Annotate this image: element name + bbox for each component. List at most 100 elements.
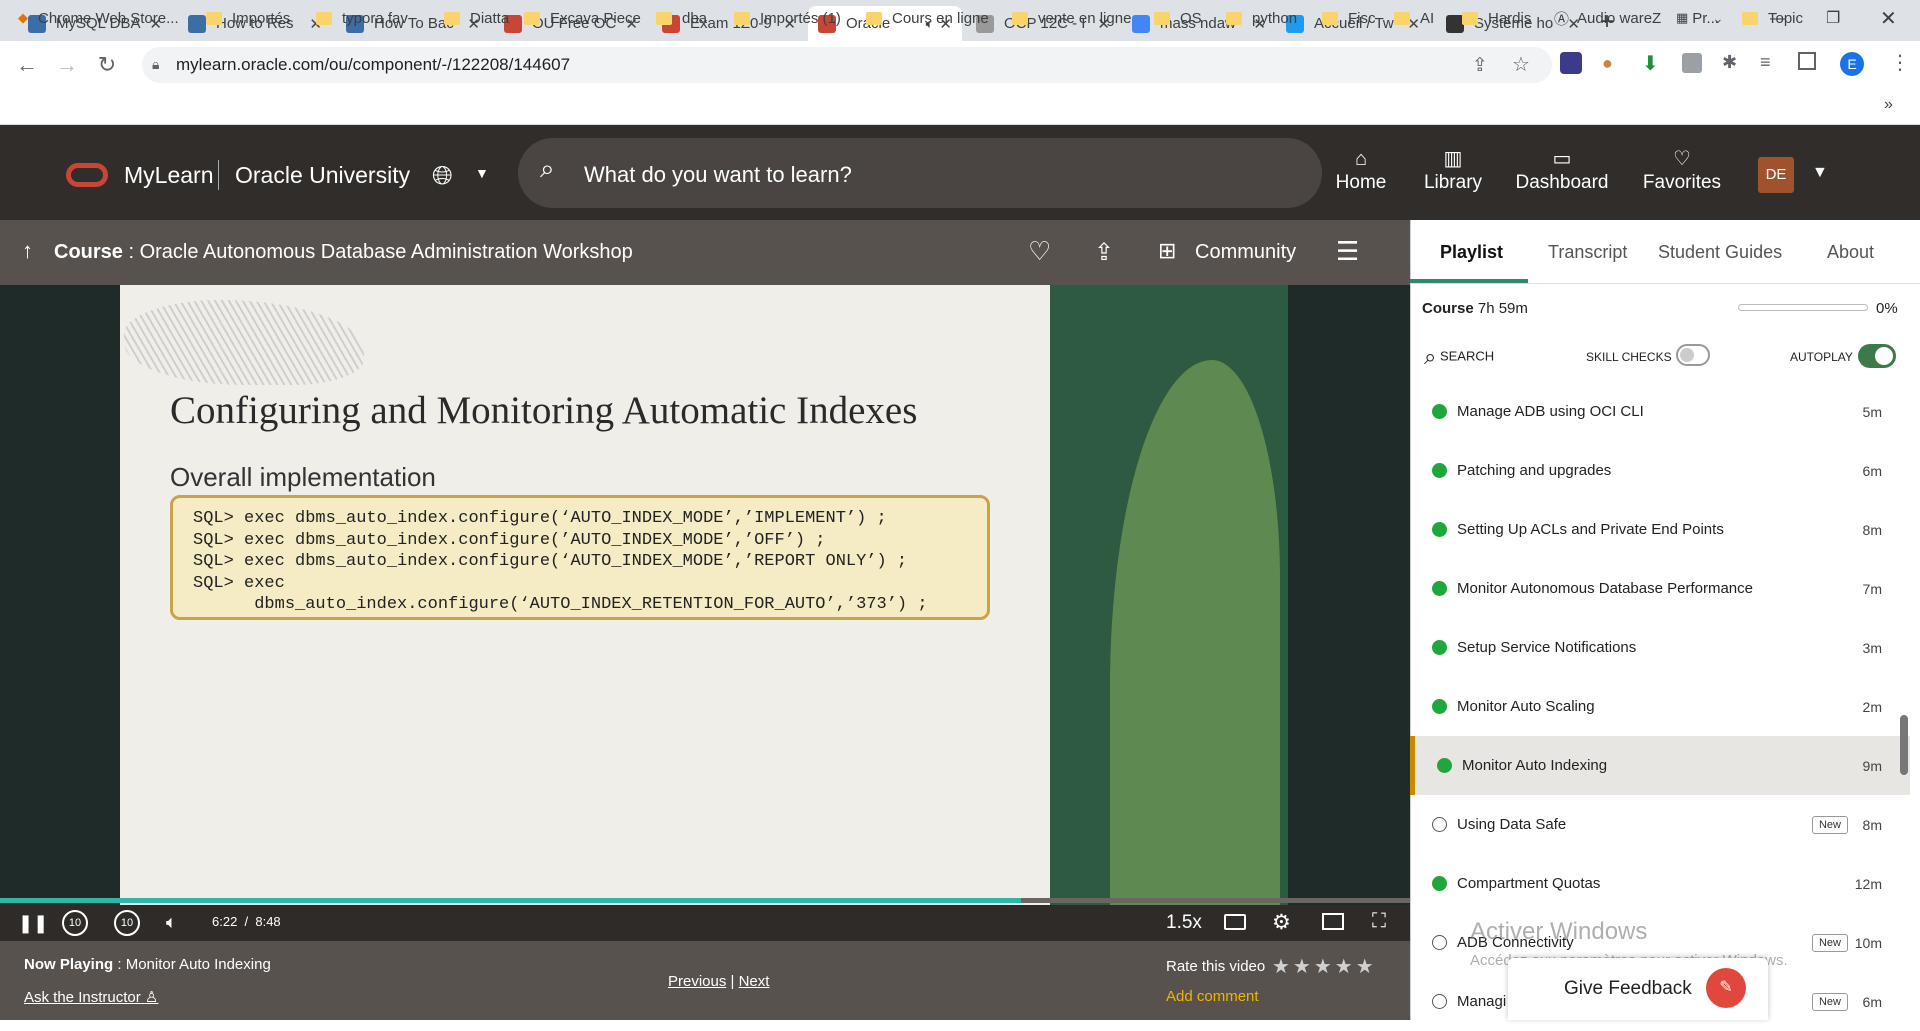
- download-icon[interactable]: ⬇: [1642, 51, 1659, 76]
- user-avatar[interactable]: DE: [1758, 157, 1794, 193]
- bookmark-item[interactable]: Ⓐ Audio wareZ: [1554, 7, 1661, 29]
- search-icon[interactable]: ⌕: [540, 153, 555, 185]
- restore-button[interactable]: ❐: [1826, 8, 1840, 28]
- community-icon[interactable]: ⊞: [1158, 238, 1176, 264]
- folder-icon: [1226, 11, 1242, 25]
- tab-playlist-underline: [1410, 279, 1528, 283]
- community-link[interactable]: Community: [1195, 241, 1296, 264]
- bookmark-item[interactable]: OS: [1154, 7, 1202, 29]
- nav-favorites[interactable]: ♡ Favorites: [1636, 148, 1728, 194]
- tab-transcript[interactable]: Transcript: [1548, 242, 1627, 263]
- playlist-item[interactable]: Monitor Auto Indexing 9m: [1410, 736, 1910, 795]
- previous-link[interactable]: Previous: [668, 973, 726, 990]
- playlist-item-title: Monitor Auto Indexing: [1462, 757, 1608, 774]
- globe-icon[interactable]: 🌐︎: [432, 160, 453, 192]
- toggle-knob: [1875, 347, 1893, 365]
- settings-gear-icon[interactable]: ⚙: [1272, 910, 1291, 935]
- bookmarks-overflow[interactable]: »: [1884, 96, 1893, 114]
- next-link[interactable]: Next: [739, 973, 770, 990]
- give-feedback-label[interactable]: Give Feedback: [1564, 978, 1692, 1000]
- extensions-puzzle-icon[interactable]: ✱: [1722, 52, 1737, 73]
- extension-icon-1[interactable]: [1560, 52, 1582, 74]
- bookmark-item[interactable]: Cours en ligne: [866, 7, 989, 29]
- playlist-item[interactable]: Monitor Autonomous Database Performance 7…: [1410, 559, 1910, 618]
- skill-checks-toggle[interactable]: [1676, 344, 1710, 366]
- folder-icon: [316, 11, 332, 25]
- site-search-input[interactable]: What do you want to learn?: [584, 162, 852, 188]
- bookmark-item[interactable]: dba: [656, 7, 707, 29]
- brand-name[interactable]: MyLearn: [124, 162, 213, 189]
- forward-icon[interactable]: →: [52, 50, 82, 80]
- playlist-item[interactable]: Patching and upgrades 6m: [1410, 441, 1910, 500]
- pip-icon[interactable]: [1322, 913, 1344, 930]
- user-menu-chevron-icon[interactable]: ▼: [1812, 164, 1828, 182]
- bookmark-item[interactable]: Fisc: [1322, 7, 1376, 29]
- folder-icon: [1322, 11, 1338, 25]
- bookmark-item[interactable]: python: [1226, 7, 1297, 29]
- ask-instructor-link[interactable]: Ask the Instructor ♙: [24, 988, 158, 1006]
- bookmark-label: Importés (1): [760, 9, 841, 27]
- pause-icon[interactable]: ❚❚: [18, 913, 48, 934]
- bookmark-item[interactable]: AI: [1394, 7, 1434, 29]
- back-icon[interactable]: ←: [12, 50, 42, 80]
- rewind-10-icon[interactable]: 10: [62, 910, 88, 936]
- nav-library[interactable]: ▥ Library: [1418, 148, 1488, 194]
- nav-home[interactable]: ⌂ Home: [1330, 148, 1392, 194]
- bookmark-item[interactable]: ◆ Chrome Web Store...: [18, 7, 179, 29]
- up-arrow-icon[interactable]: ↑: [22, 238, 33, 264]
- fullscreen-icon[interactable]: ⛶: [1372, 910, 1386, 933]
- share-icon[interactable]: ⇪: [1472, 54, 1488, 77]
- tab-about[interactable]: About: [1827, 242, 1874, 263]
- oracle-logo-icon[interactable]: [66, 163, 108, 187]
- close-window-button[interactable]: ✕: [1880, 6, 1897, 31]
- profile-avatar[interactable]: E: [1840, 52, 1864, 76]
- completed-dot-icon: [1432, 876, 1447, 891]
- playlist-item[interactable]: Setting Up ACLs and Private End Points 8m: [1410, 500, 1910, 559]
- share-course-icon[interactable]: ⇪: [1094, 238, 1114, 267]
- bookmark-item[interactable]: Importés (1): [734, 7, 841, 29]
- bookmark-item[interactable]: Hardis: [1462, 7, 1531, 29]
- playlist-item[interactable]: Manage ADB using OCI CLI 5m: [1410, 382, 1910, 441]
- forward-10-icon[interactable]: 10: [114, 910, 140, 936]
- playlist-item-duration: 6m: [1862, 462, 1882, 479]
- tab-student-guides[interactable]: Student Guides: [1658, 242, 1782, 263]
- playlist-item[interactable]: Compartment Quotas 12m: [1410, 854, 1910, 913]
- tab-playlist[interactable]: Playlist: [1440, 242, 1503, 263]
- add-comment-link[interactable]: Add comment: [1166, 988, 1259, 1005]
- bookmark-label: dba: [682, 9, 708, 27]
- nav-dashboard[interactable]: ▭ Dashboard: [1512, 148, 1612, 194]
- playlist-item[interactable]: Using Data Safe New 8m: [1410, 795, 1910, 854]
- bookmark-item[interactable]: typora fav: [316, 7, 408, 29]
- rating-stars[interactable]: ★★★★★: [1272, 954, 1377, 979]
- playlist-item[interactable]: Monitor Auto Scaling 2m: [1410, 677, 1910, 736]
- bookmark-item[interactable]: ▦ Pr...: [1676, 7, 1719, 29]
- new-badge: New: [1811, 815, 1848, 834]
- bookmark-item[interactable]: Excava Piece: [524, 7, 641, 29]
- feedback-chat-icon[interactable]: ✎: [1706, 968, 1746, 1008]
- chrome-menu-icon[interactable]: ⋮: [1890, 50, 1910, 75]
- volume-icon[interactable]: 🔈︎: [166, 912, 177, 933]
- language-chevron-icon[interactable]: ▼: [475, 165, 489, 181]
- lock-icon[interactable]: 🔒︎: [152, 56, 159, 73]
- playback-speed[interactable]: 1.5x: [1166, 912, 1202, 934]
- bookmark-label: Pr...: [1692, 9, 1719, 27]
- bookmark-item[interactable]: Diatta: [444, 7, 509, 29]
- playlist-toggle-icon[interactable]: ☰: [1336, 236, 1359, 267]
- bookmark-item[interactable]: Importés: [206, 7, 290, 29]
- autoplay-toggle[interactable]: [1858, 344, 1896, 368]
- bookmark-item[interactable]: Topic: [1742, 7, 1803, 29]
- org-name[interactable]: Oracle University: [235, 162, 410, 189]
- playlist-item[interactable]: Setup Service Notifications 3m: [1410, 618, 1910, 677]
- favorite-heart-icon[interactable]: ♡: [1028, 236, 1051, 267]
- captions-icon[interactable]: [1224, 914, 1246, 930]
- reload-icon[interactable]: ↻: [92, 50, 122, 80]
- url-text[interactable]: mylearn.oracle.com/ou/component/-/122208…: [176, 55, 570, 75]
- extension-icon-cookie[interactable]: ●: [1602, 53, 1613, 74]
- side-panel-icon[interactable]: [1798, 52, 1816, 70]
- extension-icon-tb[interactable]: [1682, 53, 1702, 73]
- bookmark-star-icon[interactable]: ☆: [1512, 52, 1530, 77]
- bookmark-item[interactable]: vente en ligne: [1012, 7, 1131, 29]
- media-controls-icon[interactable]: ≡: [1760, 52, 1771, 73]
- playlist-search[interactable]: ⌕ SEARCH: [1424, 344, 1494, 370]
- sidebar-scrollbar[interactable]: [1900, 715, 1908, 775]
